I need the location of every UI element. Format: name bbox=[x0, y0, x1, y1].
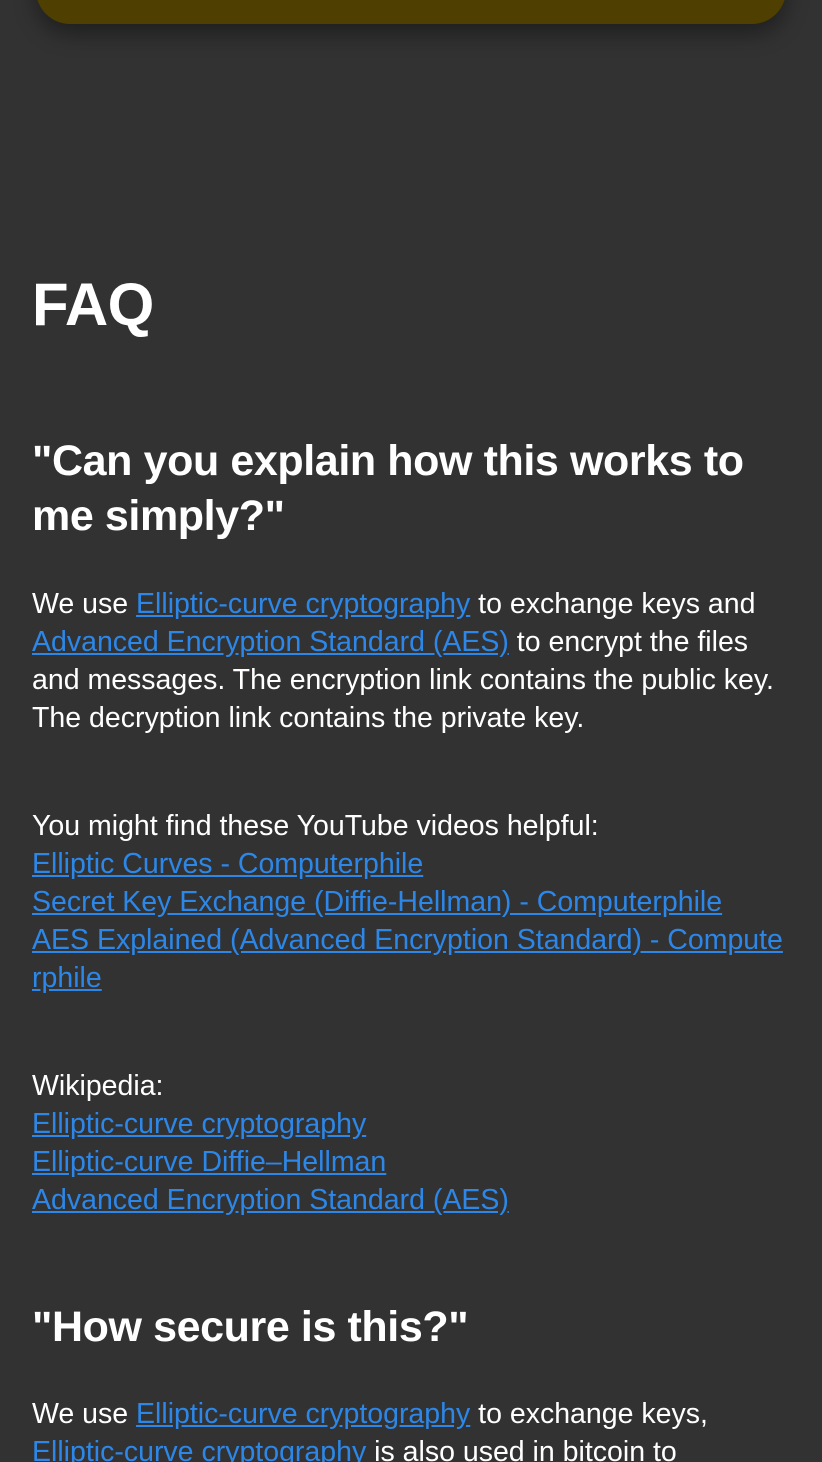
answer-text: to exchange keys and bbox=[470, 588, 756, 620]
link-aes[interactable]: Advanced Encryption Standard (AES) bbox=[32, 626, 509, 658]
youtube-videos-section: You might find these YouTube videos help… bbox=[32, 807, 792, 997]
youtube-link-aes-explained[interactable]: AES Explained (Advanced Encryption Stand… bbox=[32, 921, 792, 997]
wikipedia-link-list: Elliptic-curve cryptography Elliptic-cur… bbox=[32, 1105, 792, 1219]
faq-answer-2-paragraph: We use Elliptic-curve cryptography to ex… bbox=[32, 1395, 792, 1462]
youtube-link-list: Elliptic Curves - Computerphile Secret K… bbox=[32, 845, 792, 997]
youtube-link-elliptic-curves[interactable]: Elliptic Curves - Computerphile bbox=[32, 845, 792, 883]
wikipedia-link-aes[interactable]: Advanced Encryption Standard (AES) bbox=[32, 1181, 792, 1219]
answer-text: to exchange keys, bbox=[470, 1398, 708, 1430]
faq-title: FAQ bbox=[32, 271, 154, 338]
wikipedia-link-ecdh[interactable]: Elliptic-curve Diffie–Hellman bbox=[32, 1143, 792, 1181]
answer-text: We use bbox=[32, 1398, 137, 1430]
faq-question-1: "Can you explain how this works to me si… bbox=[32, 437, 744, 540]
answer-text: We use bbox=[32, 588, 137, 620]
top-card bbox=[36, 0, 786, 24]
answer-text: is also used in bitcoin to bbox=[366, 1436, 677, 1462]
wikipedia-section: Wikipedia: Elliptic-curve cryptography E… bbox=[32, 1067, 792, 1219]
wikipedia-intro: Wikipedia: bbox=[32, 1070, 164, 1102]
faq-answer-1-paragraph: We use Elliptic-curve cryptography to ex… bbox=[32, 585, 792, 737]
faq-question-2: "How secure is this?" bbox=[32, 1303, 469, 1351]
youtube-link-diffie-hellman[interactable]: Secret Key Exchange (Diffie-Hellman) - C… bbox=[32, 883, 792, 921]
wikipedia-link-ecc[interactable]: Elliptic-curve cryptography bbox=[32, 1105, 792, 1143]
link-elliptic-curve-cryptography[interactable]: Elliptic-curve cryptography bbox=[136, 1398, 470, 1430]
link-elliptic-curve-cryptography[interactable]: Elliptic-curve cryptography bbox=[136, 588, 470, 620]
youtube-intro: You might find these YouTube videos help… bbox=[32, 810, 599, 842]
link-elliptic-curve-cryptography-2[interactable]: Elliptic-curve cryptography bbox=[32, 1436, 366, 1462]
